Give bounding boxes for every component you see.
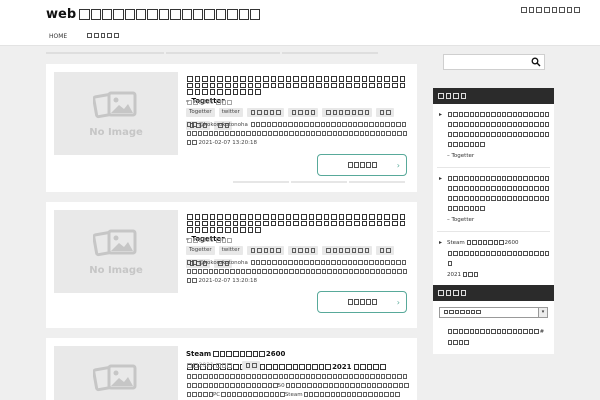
no-image-label: No Image [89,127,143,138]
image-placeholder-icon [93,91,137,119]
recent-posts-title [433,88,554,104]
post-title-steam: Steam [186,350,212,358]
tag[interactable] [287,108,319,117]
archive-widget: ▾ [433,285,554,326]
read-more-label [347,298,378,306]
tab-strip [46,52,164,54]
post-excerpt: @kokorokotonoha 2021-02-07 13:20:18 [186,259,410,286]
post-card: No Image - Togetter 2021 Togetter twitter… [46,64,417,192]
chevron-right-icon: › [396,161,400,170]
site-title[interactable]: web [46,7,261,22]
tab-strip [282,52,378,54]
tab-strip [166,52,280,54]
tag[interactable] [322,246,373,255]
excerpt-timestamp: 2021-02-07 13:20:18 [198,140,257,146]
dropdown-arrow-icon: ▾ [538,308,547,317]
post-date: 2021 [186,99,233,106]
post-thumbnail[interactable]: No Image [54,210,178,293]
post-footer-bars [233,181,405,183]
tag[interactable] [376,108,394,117]
recent-post-item[interactable]: ▸ – Togetter [437,104,550,168]
excerpt-number: 50 [277,383,285,389]
recent-post-suffix: – Togetter [447,153,475,159]
tag[interactable] [246,108,284,117]
recent-post-number: 2600 [504,240,519,246]
post-date: 2021 [186,362,233,369]
read-more-button[interactable]: › [317,291,407,313]
recent-post-steam: Steam [447,240,465,246]
post-date-year: 2021 [198,362,214,369]
post-excerpt: 50PCSteam20202 [186,373,410,400]
post-excerpt: @kokorokotonoha 2021-02-07 13:20:18 [186,121,410,148]
recent-post-year: 2021 [447,272,461,278]
tag[interactable]: twitter [218,246,243,255]
tag[interactable] [376,246,394,255]
excerpt-author: @kokorokotonoha [198,122,248,128]
read-more-button[interactable]: › [317,154,407,176]
read-more-label [347,161,378,169]
excerpt-timestamp: 2021-02-07 13:20:18 [198,278,257,284]
nav-home[interactable]: HOME [49,33,67,40]
post-tags [242,361,467,370]
image-placeholder-icon [93,364,137,392]
recent-post-item[interactable]: ▸ – Togetter [437,168,550,232]
chevron-right-icon: › [396,298,400,307]
tag[interactable]: Togetter [186,246,215,255]
nav-item-2[interactable] [86,33,119,38]
image-placeholder-icon [93,229,137,257]
tag[interactable] [322,108,373,117]
header-link[interactable] [520,7,580,13]
global-nav: HOME [0,28,600,46]
tag[interactable] [246,246,284,255]
excerpt-author: @kokorokotonoha [198,260,248,266]
tag[interactable] [242,361,260,370]
search-input[interactable] [444,62,526,76]
post-thumbnail[interactable] [54,346,178,400]
post-date: 2021 [186,237,233,244]
post-title-number: 2600 [265,350,286,358]
post-card: No Image - Togetter 2021 Togetter twitter… [46,202,417,328]
recent-post-item[interactable]: ▸ Steam 2600 2021 [437,232,550,287]
recent-post-hash: # [539,329,545,335]
post-card: Steam26002021 2021 50PCSteam20202 [46,338,417,400]
post-date-year: 2021 [198,237,214,244]
archive-title [433,285,554,301]
no-image-label: No Image [89,265,143,276]
post-thumbnail[interactable]: No Image [54,72,178,155]
site-title-prefix: web [46,7,77,22]
post-date-year: 2021 [198,99,214,106]
search-icon[interactable] [531,57,541,67]
search-box [443,54,545,76]
tag[interactable]: Togetter [186,108,215,117]
tag[interactable]: twitter [218,108,243,117]
excerpt-steam: Steam [284,392,303,398]
site-title-rest [78,7,261,22]
recent-post-suffix: – Togetter [447,217,475,223]
archive-select[interactable]: ▾ [439,307,548,318]
tag[interactable] [287,246,319,255]
